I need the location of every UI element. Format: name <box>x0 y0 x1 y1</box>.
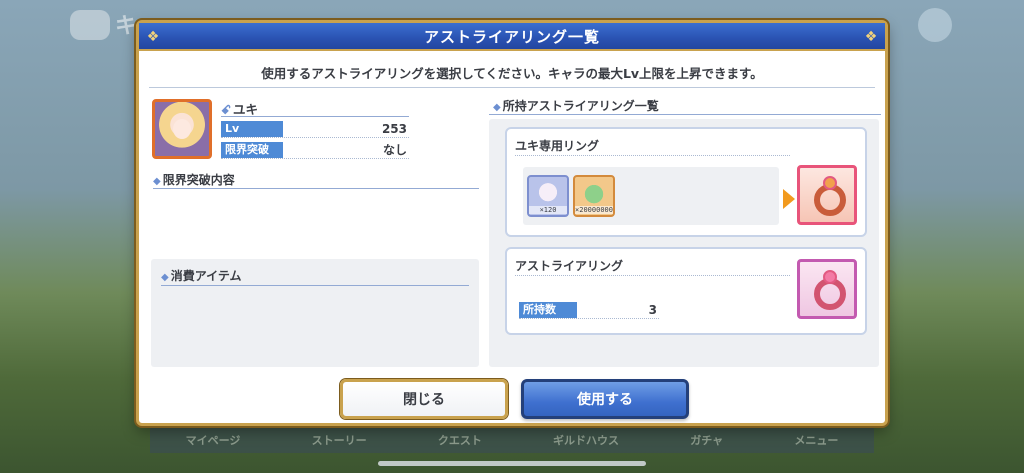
nav-item: ギルドハウス <box>553 434 620 447</box>
cost-qty: ×20000000 <box>575 206 613 214</box>
owned-count-row: 所持数 3 <box>519 302 659 319</box>
astraea-ring-dialog: ❖ アストライアリング一覧 ❖ 使用するアストライアリングを選択してください。キ… <box>136 20 888 426</box>
back-icon <box>70 10 110 40</box>
ring-gem <box>823 270 837 284</box>
level-label: Lv <box>221 121 283 137</box>
diamond-bullet-icon: ◆ <box>161 272 169 283</box>
character-name-text: ユキ <box>233 102 259 117</box>
consume-items-heading: ◆ 消費アイテム <box>161 267 242 284</box>
divider <box>149 87 875 88</box>
ornament-icon: ❖ <box>864 29 878 45</box>
section-heading-text: 限界突破内容 <box>162 173 235 187</box>
mana-pile-icon: ×20000000 <box>573 175 615 217</box>
dialog-title: アストライアリング一覧 <box>423 27 600 46</box>
limit-break-label: 限界突破 <box>221 142 283 158</box>
nav-item: ガチャ <box>690 434 724 447</box>
owned-rings-heading: ◆ 所持アストライアリング一覧 <box>493 97 659 114</box>
ring-card-title: アストライアリング <box>515 259 624 273</box>
nav-item: ストーリー <box>311 434 367 447</box>
background-title: キ <box>115 14 138 39</box>
close-button[interactable]: 閉じる <box>340 379 508 419</box>
divider <box>153 188 479 189</box>
cost-qty: ×120 <box>529 206 567 214</box>
consume-items-panel: ◆ 消費アイテム <box>151 259 479 367</box>
divider <box>515 275 790 276</box>
character-face <box>173 119 191 139</box>
level-value: 253 <box>381 122 407 136</box>
background-bottom-nav: マイページ ストーリー クエスト ギルドハウス ガチャ メニュー <box>150 427 874 453</box>
nav-item: メニュー <box>794 434 839 447</box>
diamond-bullet-icon: ◆ <box>493 102 501 113</box>
help-icon <box>918 8 952 42</box>
instruction-text: 使用するアストライアリングを選択してください。キャラの最大Lv上限を上昇できます… <box>261 66 763 81</box>
use-button[interactable]: 使用する <box>521 379 689 419</box>
nav-item: マイページ <box>185 434 241 447</box>
home-indicator[interactable] <box>378 461 646 466</box>
limit-break-content-heading: ◆ 限界突破内容 <box>153 171 235 188</box>
ring-card-astraea[interactable]: アストライアリング 所持数 3 <box>505 247 867 335</box>
yuki-memory-piece-icon: ×120 <box>527 175 569 217</box>
astraea-ring-icon[interactable] <box>797 259 857 319</box>
section-heading-text: 消費アイテム <box>170 269 242 283</box>
ornament-icon: ❖ <box>146 29 160 45</box>
owned-count-value: 3 <box>648 303 657 317</box>
arrow-right-icon <box>783 189 795 209</box>
ring-gem <box>823 176 837 190</box>
divider <box>161 285 469 286</box>
divider <box>221 116 409 117</box>
limit-break-row: 限界突破 なし <box>221 142 409 159</box>
ring-card-title: ユキ専用リング <box>515 139 600 153</box>
level-row: Lv 253 <box>221 121 409 138</box>
diamond-bullet-icon: ◆ <box>153 176 161 187</box>
ring-card-yuki-exclusive[interactable]: ユキ専用リング ×120 ×20000000 <box>505 127 867 237</box>
dialog-title-bar: ❖ アストライアリング一覧 ❖ <box>139 23 885 51</box>
divider <box>515 155 790 156</box>
divider <box>489 114 881 115</box>
section-heading-text: 所持アストライアリング一覧 <box>502 99 659 113</box>
nav-item: クエスト <box>437 434 482 447</box>
cost-items-box: ×120 ×20000000 <box>523 167 779 225</box>
element-mark-icon: ꗃ <box>221 102 231 117</box>
yuki-exclusive-ring-icon[interactable] <box>797 165 857 225</box>
character-avatar <box>152 99 212 159</box>
limit-break-value: なし <box>382 143 407 157</box>
owned-count-label: 所持数 <box>519 302 577 318</box>
